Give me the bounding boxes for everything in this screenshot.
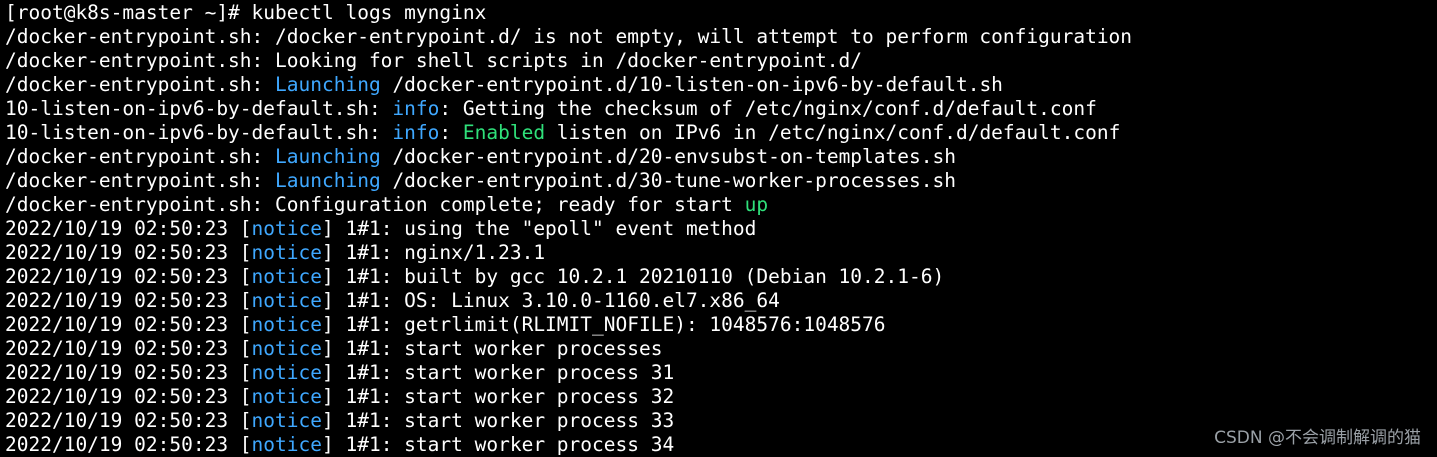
terminal-window[interactable]: [root@k8s-master ~]# kubectl logs myngin… [0,0,1437,457]
log-highlight-text: up [744,193,769,216]
log-line: /docker-entrypoint.sh: Looking for shell… [5,49,1437,73]
log-text: ] 1#1: start worker process 33 [322,409,675,432]
log-text: 2022/10/19 02:50:23 [ [5,433,252,456]
log-text: /docker-entrypoint.sh: Configuration com… [5,193,745,216]
log-text: 2022/10/19 02:50:23 [ [5,217,252,240]
log-text: /docker-entrypoint.sh: Looking for shell… [5,49,863,72]
log-highlight-text: Launching [275,73,381,96]
log-text: 2022/10/19 02:50:23 [ [5,361,252,384]
log-highlight-text: info [392,121,440,144]
log-line: 2022/10/19 02:50:23 [notice] 1#1: start … [5,385,1437,409]
log-highlight-text: notice [251,409,322,432]
log-highlight-text: notice [251,217,322,240]
log-text: 2022/10/19 02:50:23 [ [5,265,252,288]
log-text: ] 1#1: start worker process 32 [322,385,675,408]
log-text: 2022/10/19 02:50:23 [ [5,337,252,360]
log-text: 2022/10/19 02:50:23 [ [5,313,252,336]
log-text: /docker-entrypoint.sh: [5,73,276,96]
log-text: /docker-entrypoint.d/30-tune-worker-proc… [380,169,956,192]
log-highlight-text: notice [251,385,322,408]
log-text: /docker-entrypoint.d/20-envsubst-on-temp… [380,145,956,168]
command-prompt-line: [root@k8s-master ~]# kubectl logs myngin… [5,1,1437,25]
log-text: /docker-entrypoint.d/10-listen-on-ipv6-b… [380,73,1003,96]
log-highlight-text: notice [251,289,322,312]
log-text: ] 1#1: start worker processes [322,337,663,360]
log-text: ] 1#1: start worker process 34 [322,433,675,456]
log-text: 10-listen-on-ipv6-by-default.sh: [5,97,393,120]
log-text: ] 1#1: getrlimit(RLIMIT_NOFILE): 1048576… [322,313,886,336]
log-text: [root@k8s-master ~]# kubectl logs myngin… [5,1,487,24]
log-line: 2022/10/19 02:50:23 [notice] 1#1: nginx/… [5,241,1437,265]
log-text: 2022/10/19 02:50:23 [ [5,241,252,264]
log-line: 2022/10/19 02:50:23 [notice] 1#1: start … [5,361,1437,385]
log-text: ] 1#1: OS: Linux 3.10.0-1160.el7.x86_64 [322,289,780,312]
log-text: /docker-entrypoint.sh: [5,145,276,168]
log-highlight-text: notice [251,337,322,360]
log-line: /docker-entrypoint.sh: Launching /docker… [5,73,1437,97]
log-line: 10-listen-on-ipv6-by-default.sh: info: G… [5,97,1437,121]
log-text: ] 1#1: using the "epoll" event method [322,217,757,240]
log-line: 10-listen-on-ipv6-by-default.sh: info: E… [5,121,1437,145]
log-line: /docker-entrypoint.sh: Launching /docker… [5,169,1437,193]
log-text: /docker-entrypoint.sh: [5,169,276,192]
log-highlight-text: notice [251,361,322,384]
log-line: 2022/10/19 02:50:23 [notice] 1#1: getrli… [5,313,1437,337]
log-line: /docker-entrypoint.sh: Launching /docker… [5,145,1437,169]
log-text: : Getting the checksum of /etc/nginx/con… [439,97,1097,120]
log-text: 2022/10/19 02:50:23 [ [5,385,252,408]
log-text: ] 1#1: built by gcc 10.2.1 20210110 (Deb… [322,265,945,288]
log-highlight-text: Launching [275,145,381,168]
log-highlight-text: notice [251,313,322,336]
log-text: 10-listen-on-ipv6-by-default.sh: [5,121,393,144]
log-line: 2022/10/19 02:50:23 [notice] 1#1: start … [5,337,1437,361]
log-highlight-text: notice [251,265,322,288]
log-text: 2022/10/19 02:50:23 [ [5,409,252,432]
log-line: /docker-entrypoint.sh: Configuration com… [5,193,1437,217]
log-text: 2022/10/19 02:50:23 [ [5,289,252,312]
log-line: /docker-entrypoint.sh: /docker-entrypoin… [5,25,1437,49]
log-text: : [439,121,463,144]
log-highlight-text: Enabled [462,121,546,144]
log-text: /docker-entrypoint.sh: /docker-entrypoin… [5,25,1133,48]
log-highlight-text: Launching [275,169,381,192]
log-text: listen on IPv6 in /etc/nginx/conf.d/defa… [545,121,1121,144]
log-line: 2022/10/19 02:50:23 [notice] 1#1: using … [5,217,1437,241]
csdn-watermark: CSDN @不会调制解调的猫 [1214,428,1421,448]
log-text: ] 1#1: start worker process 31 [322,361,675,384]
log-text: ] 1#1: nginx/1.23.1 [322,241,546,264]
log-highlight-text: info [392,97,440,120]
terminal-output: [root@k8s-master ~]# kubectl logs myngin… [5,1,1437,457]
log-highlight-text: notice [251,433,322,456]
log-line: 2022/10/19 02:50:23 [notice] 1#1: OS: Li… [5,289,1437,313]
log-line: 2022/10/19 02:50:23 [notice] 1#1: built … [5,265,1437,289]
log-highlight-text: notice [251,241,322,264]
